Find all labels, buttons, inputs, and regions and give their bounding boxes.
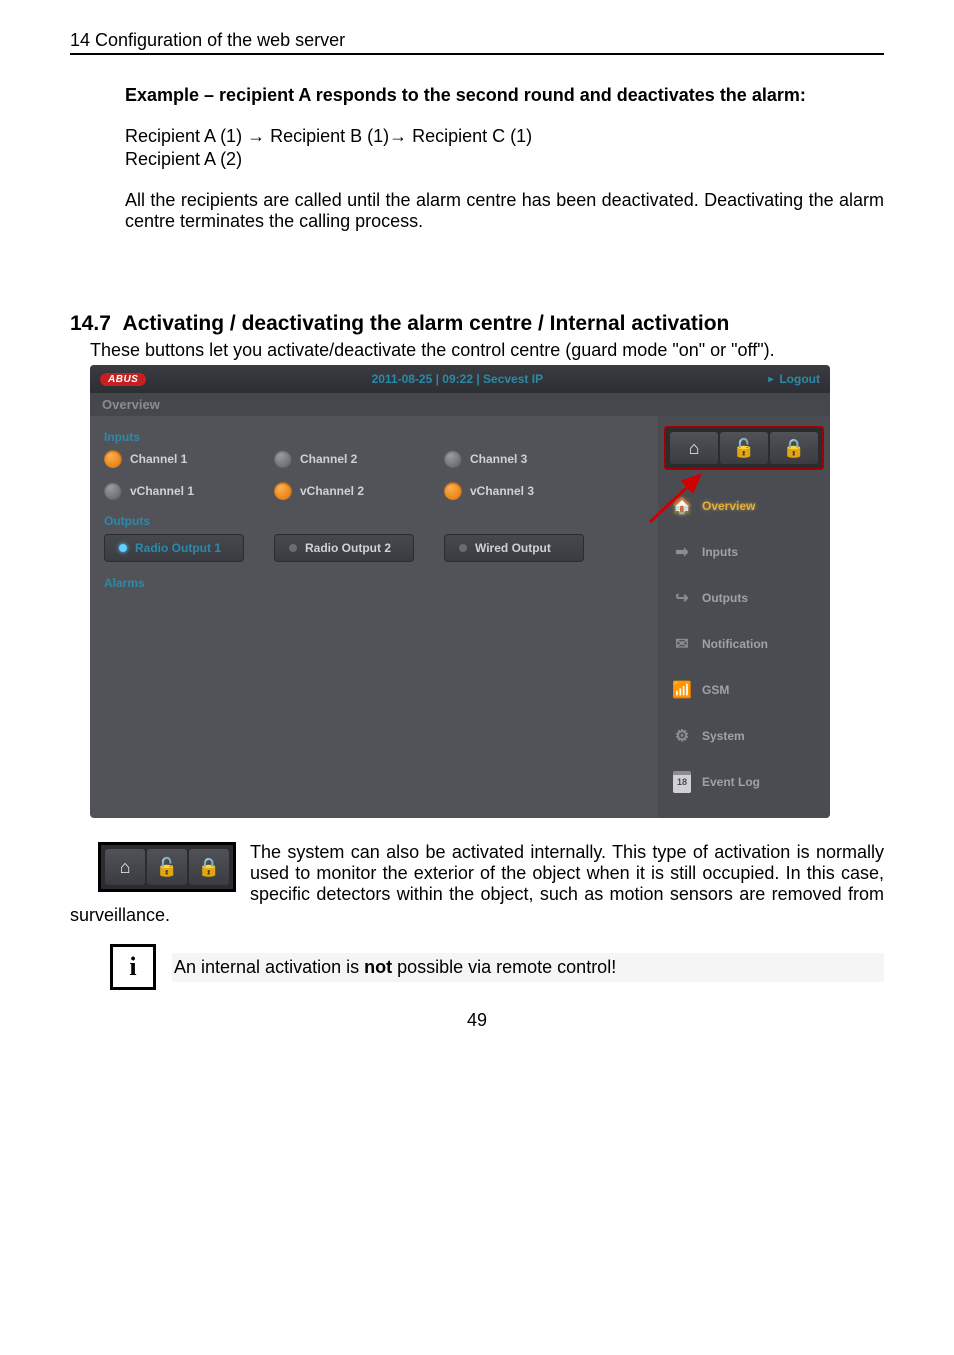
lock-open-icon: 🔓 (733, 438, 755, 459)
outputs-label: Outputs (104, 514, 644, 528)
calendar-icon: 18 (672, 771, 692, 793)
deactivate-button[interactable]: 🔓 (147, 849, 187, 885)
status-indicator-icon (274, 450, 292, 468)
lock-home-icon: ⌂ (689, 438, 700, 459)
example-line-1: Recipient A (1) → Recipient B (1)→ Recip… (125, 126, 884, 147)
lock-closed-icon: 🔒 (198, 857, 220, 878)
alarms-label: Alarms (104, 576, 644, 590)
output-indicator-icon (289, 544, 297, 552)
page-number: 49 (70, 1010, 884, 1031)
channel-label: vChannel 3 (470, 484, 534, 498)
output-label: Wired Output (475, 541, 551, 555)
lock-open-icon: 🔓 (156, 857, 178, 878)
note-text: possible via remote control! (392, 957, 616, 977)
page-subtitle: Overview (90, 393, 830, 416)
info-note: An internal activation is not possible v… (172, 953, 884, 982)
header-datetime: 2011-08-25 | 09:22 | Secvest IP (146, 372, 768, 386)
sidebar-item-gsm[interactable]: 📶 GSM (664, 670, 824, 710)
sidebar-item-notification[interactable]: ✉ Notification (664, 624, 824, 664)
sidebar-item-label: Outputs (702, 591, 748, 605)
channel-item[interactable]: Channel 3 (444, 450, 584, 468)
status-indicator-icon (274, 482, 292, 500)
note-bold: not (364, 957, 392, 977)
channel-label: Channel 1 (130, 452, 187, 466)
info-icon: i (110, 944, 156, 990)
output-pill[interactable]: Wired Output (444, 534, 584, 562)
logout-link[interactable]: Logout (768, 372, 820, 386)
output-label: Radio Output 2 (305, 541, 391, 555)
internal-activate-button[interactable]: ⌂ (105, 849, 145, 885)
channel-item[interactable]: vChannel 1 (104, 482, 244, 500)
lock-closed-icon: 🔒 (783, 438, 805, 459)
sidebar-item-label: Notification (702, 637, 768, 651)
status-indicator-icon (104, 482, 122, 500)
status-indicator-icon (104, 450, 122, 468)
home-icon: 🏠 (672, 496, 692, 516)
note-text: An internal activation is (174, 957, 364, 977)
sidebar-item-inputs[interactable]: ➡ Inputs (664, 532, 824, 572)
sidebar-item-outputs[interactable]: ↪ Outputs (664, 578, 824, 618)
channel-label: Channel 2 (300, 452, 357, 466)
sidebar-item-label: System (702, 729, 745, 743)
sidebar-item-system[interactable]: ⚙ System (664, 716, 824, 756)
sidebar-item-overview[interactable]: 🏠 Overview (664, 486, 824, 526)
section-heading: 14.7 Activating / deactivating the alarm… (70, 312, 884, 336)
channel-item[interactable]: Channel 2 (274, 450, 414, 468)
sidebar-item-eventlog[interactable]: 18 Event Log (664, 762, 824, 802)
activation-buttons-inline: ⌂ 🔓 🔒 (98, 842, 236, 892)
page-header: 14 Configuration of the web server (70, 30, 884, 55)
arrow-in-icon: ➡ (672, 542, 692, 562)
sidebar-item-label: GSM (702, 683, 729, 697)
status-indicator-icon (444, 450, 462, 468)
activation-button-group: ⌂ 🔓 🔒 (664, 426, 824, 470)
channel-label: vChannel 2 (300, 484, 364, 498)
sidebar-item-label: Inputs (702, 545, 738, 559)
device-screenshot: ABUS 2011-08-25 | 09:22 | Secvest IP Log… (90, 365, 830, 818)
output-label: Radio Output 1 (135, 541, 221, 555)
section-title-text: Activating / deactivating the alarm cent… (123, 312, 730, 335)
internal-activate-button[interactable]: ⌂ (670, 432, 718, 464)
activate-button[interactable]: 🔒 (189, 849, 229, 885)
sidebar-item-label: Overview (702, 499, 755, 513)
example-heading: Example – recipient A responds to the se… (125, 85, 884, 106)
channel-item[interactable]: vChannel 2 (274, 482, 414, 500)
output-indicator-icon (119, 544, 127, 552)
envelope-icon: ✉ (672, 634, 692, 654)
deactivate-button[interactable]: 🔓 (720, 432, 768, 464)
output-pill[interactable]: Radio Output 1 (104, 534, 244, 562)
inputs-label: Inputs (104, 430, 644, 444)
channel-label: Channel 3 (470, 452, 527, 466)
status-indicator-icon (444, 482, 462, 500)
example-line-2: Recipient A (2) (125, 149, 884, 170)
gear-icon: ⚙ (672, 726, 692, 746)
channel-label: vChannel 1 (130, 484, 194, 498)
sidebar-item-label: Event Log (702, 775, 760, 789)
example-paragraph: All the recipients are called until the … (125, 190, 884, 232)
arrow-out-icon: ↪ (672, 588, 692, 608)
output-pill[interactable]: Radio Output 2 (274, 534, 414, 562)
activate-button[interactable]: 🔒 (770, 432, 818, 464)
brand-logo: ABUS (100, 373, 146, 386)
lock-home-icon: ⌂ (120, 857, 131, 878)
signal-icon: 📶 (672, 680, 692, 700)
channel-item[interactable]: vChannel 3 (444, 482, 584, 500)
section-description: These buttons let you activate/deactivat… (90, 340, 884, 361)
section-number: 14.7 (70, 312, 111, 335)
channel-item[interactable]: Channel 1 (104, 450, 244, 468)
output-indicator-icon (459, 544, 467, 552)
